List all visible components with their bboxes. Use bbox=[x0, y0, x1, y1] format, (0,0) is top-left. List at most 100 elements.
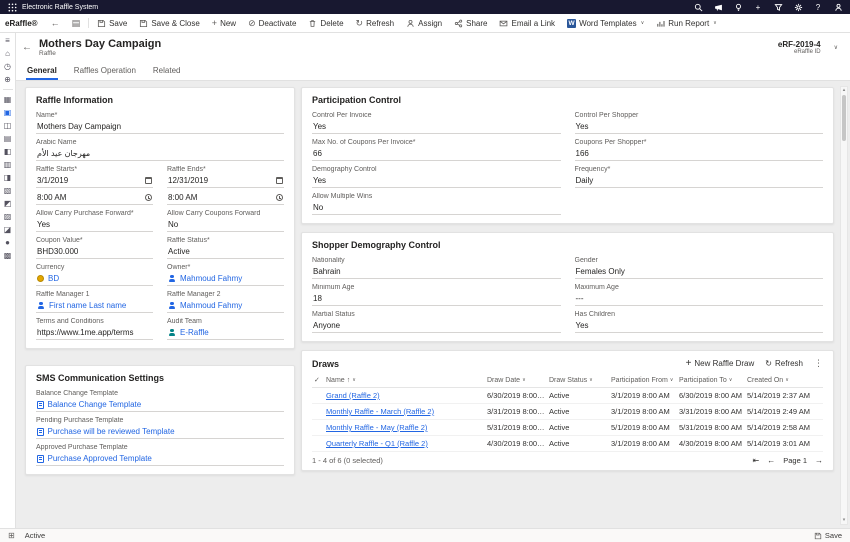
sidebar-icon-5[interactable]: ◧ bbox=[4, 147, 12, 156]
draw-name-link[interactable]: Quarterly Raffle - Q1 (Raffle 2) bbox=[326, 439, 487, 448]
column-header-created-on[interactable]: Created On∨ bbox=[747, 377, 823, 384]
sidebar-icon-9[interactable]: ◩ bbox=[4, 199, 12, 208]
save-close-button[interactable]: Save & Close bbox=[133, 14, 205, 32]
draw-name-link[interactable]: Monthly Raffle - March (Raffle 2) bbox=[326, 407, 487, 416]
scroll-down-icon[interactable]: ▾ bbox=[843, 517, 846, 524]
delete-button[interactable]: Delete bbox=[302, 14, 349, 32]
first-page-icon[interactable]: ⇤ bbox=[753, 456, 760, 465]
menu-icon[interactable]: ≡ bbox=[5, 36, 10, 45]
next-page-icon[interactable]: → bbox=[815, 456, 823, 465]
balance-template-field[interactable]: Balance Change Template bbox=[36, 399, 284, 412]
sidebar-icon-12[interactable]: ● bbox=[5, 238, 10, 247]
app-logo[interactable]: eRaffle® bbox=[0, 19, 45, 28]
save-button[interactable]: Save bbox=[91, 14, 133, 32]
user-icon[interactable] bbox=[833, 2, 843, 12]
expand-footer-icon[interactable]: ⊞ bbox=[8, 531, 15, 540]
help-icon[interactable]: ? bbox=[813, 2, 823, 12]
sidebar-icon-11[interactable]: ◪ bbox=[4, 225, 12, 234]
column-header-participation-from[interactable]: Participation From∨ bbox=[611, 377, 679, 384]
raffle-starts-date-field[interactable]: 3/1/2019 bbox=[36, 175, 153, 188]
audit-team-field[interactable]: E-Raffle bbox=[167, 327, 284, 340]
draw-table-row[interactable]: Grand (Raffle 2) 6/30/2019 8:00 AM Activ… bbox=[312, 388, 823, 404]
tab-general[interactable]: General bbox=[26, 62, 58, 80]
carry-coupons-field[interactable]: No bbox=[167, 219, 284, 232]
draw-table-row[interactable]: Monthly Raffle - May (Raffle 2) 5/31/201… bbox=[312, 420, 823, 436]
deactivate-button[interactable]: ⊘Deactivate bbox=[242, 14, 302, 32]
vertical-scrollbar[interactable]: ▴ ▾ bbox=[840, 86, 848, 525]
pinned-icon[interactable]: ⊕ bbox=[4, 75, 11, 84]
sidebar-icon-6[interactable]: ▥ bbox=[4, 160, 12, 169]
column-header-draw-status[interactable]: Draw Status∨ bbox=[549, 377, 611, 384]
draw-name-link[interactable]: Grand (Raffle 2) bbox=[326, 391, 487, 400]
marital-status-field[interactable]: Anyone bbox=[312, 320, 561, 333]
share-button[interactable]: Share bbox=[448, 14, 493, 32]
manager2-field[interactable]: Mahmoud Fahmy bbox=[167, 300, 284, 313]
max-coupons-invoice-field[interactable]: 66 bbox=[312, 148, 561, 161]
raffle-ends-date-field[interactable]: 12/31/2019 bbox=[167, 175, 284, 188]
plus-icon[interactable]: + bbox=[753, 2, 763, 12]
run-report-button[interactable]: Run Report∨ bbox=[650, 14, 723, 32]
new-button[interactable]: +New bbox=[206, 14, 242, 32]
control-per-shopper-field[interactable]: Yes bbox=[575, 121, 824, 134]
megaphone-icon[interactable] bbox=[713, 2, 723, 12]
column-header-draw-date[interactable]: Draw Date∨ bbox=[487, 377, 549, 384]
back-button[interactable]: ← bbox=[45, 14, 66, 32]
waffle-icon[interactable] bbox=[7, 2, 17, 12]
assign-button[interactable]: Assign bbox=[400, 14, 448, 32]
sidebar-icon-3[interactable]: ◫ bbox=[4, 121, 12, 130]
column-header-name[interactable]: Name↑∨ bbox=[326, 377, 487, 384]
raffle-ends-time-field[interactable]: 8:00 AM bbox=[167, 192, 284, 205]
refresh-button[interactable]: ↻Refresh bbox=[350, 14, 401, 32]
tab-related[interactable]: Related bbox=[152, 62, 182, 80]
multiple-wins-field[interactable]: No bbox=[312, 202, 561, 215]
search-icon[interactable] bbox=[693, 2, 703, 12]
select-all-checkbox[interactable]: ✓ bbox=[312, 376, 326, 384]
form-back-button[interactable]: ← bbox=[22, 42, 32, 53]
home-icon[interactable]: ⌂ bbox=[5, 49, 10, 58]
sidebar-icon-10[interactable]: ▨ bbox=[4, 212, 12, 221]
calendar-icon[interactable] bbox=[276, 177, 283, 184]
raffle-status-field[interactable]: Active bbox=[167, 246, 284, 259]
scroll-up-icon[interactable]: ▴ bbox=[843, 87, 846, 94]
terms-field[interactable]: https://www.1me.app/terms bbox=[36, 327, 153, 340]
recent-icon[interactable]: ◷ bbox=[4, 62, 11, 71]
calendar-icon[interactable] bbox=[145, 177, 152, 184]
draw-table-row[interactable]: Quarterly Raffle - Q1 (Raffle 2) 4/30/20… bbox=[312, 436, 823, 452]
lightbulb-icon[interactable] bbox=[733, 2, 743, 12]
has-children-field[interactable]: Yes bbox=[575, 320, 824, 333]
board-button[interactable]: ▤ bbox=[66, 14, 87, 32]
scrollbar-thumb[interactable] bbox=[842, 95, 846, 141]
arabic-name-field[interactable]: مهرجان عيد الأم bbox=[36, 148, 284, 161]
carry-purchase-field[interactable]: Yes bbox=[36, 219, 153, 232]
draw-table-row[interactable]: Monthly Raffle - March (Raffle 2) 3/31/2… bbox=[312, 404, 823, 420]
coupon-value-field[interactable]: BHD30.000 bbox=[36, 246, 153, 259]
column-header-participation-to[interactable]: Participation To∨ bbox=[679, 377, 747, 384]
demography-control-field[interactable]: Yes bbox=[312, 175, 561, 188]
grid-refresh-button[interactable]: ↻Refresh bbox=[765, 359, 803, 368]
clock-icon[interactable] bbox=[145, 194, 152, 201]
sidebar-icon-13[interactable]: ▩ bbox=[4, 251, 12, 260]
coupons-per-shopper-field[interactable]: 166 bbox=[575, 148, 824, 161]
statusbar-save-button[interactable]: Save bbox=[814, 531, 842, 540]
sidebar-icon-2[interactable]: ▣ bbox=[4, 108, 12, 117]
email-link-button[interactable]: Email a Link bbox=[493, 14, 561, 32]
maximum-age-field[interactable]: --- bbox=[575, 293, 824, 306]
clock-icon[interactable] bbox=[276, 194, 283, 201]
sidebar-icon-8[interactable]: ▧ bbox=[4, 186, 12, 195]
control-per-invoice-field[interactable]: Yes bbox=[312, 121, 561, 134]
approved-template-field[interactable]: Purchase Approved Template bbox=[36, 453, 284, 466]
frequency-field[interactable]: Daily bbox=[575, 175, 824, 188]
manager1-field[interactable]: First name Last name bbox=[36, 300, 153, 313]
sidebar-icon-7[interactable]: ◨ bbox=[4, 173, 12, 182]
nationality-field[interactable]: Bahrain bbox=[312, 266, 561, 279]
sidebar-icon-1[interactable]: ▦ bbox=[4, 95, 12, 104]
word-templates-button[interactable]: WWord Templates∨ bbox=[561, 14, 650, 32]
sidebar-icon-4[interactable]: ▤ bbox=[4, 134, 12, 143]
more-commands-icon[interactable]: ⋮ bbox=[814, 358, 823, 369]
name-field[interactable]: Mothers Day Campaign bbox=[36, 121, 284, 134]
gender-field[interactable]: Females Only bbox=[575, 266, 824, 279]
gear-icon[interactable] bbox=[793, 2, 803, 12]
filter-icon[interactable] bbox=[773, 2, 783, 12]
new-raffle-draw-button[interactable]: +New Raffle Draw bbox=[686, 359, 755, 369]
pending-template-field[interactable]: Purchase will be reviewed Template bbox=[36, 426, 284, 439]
